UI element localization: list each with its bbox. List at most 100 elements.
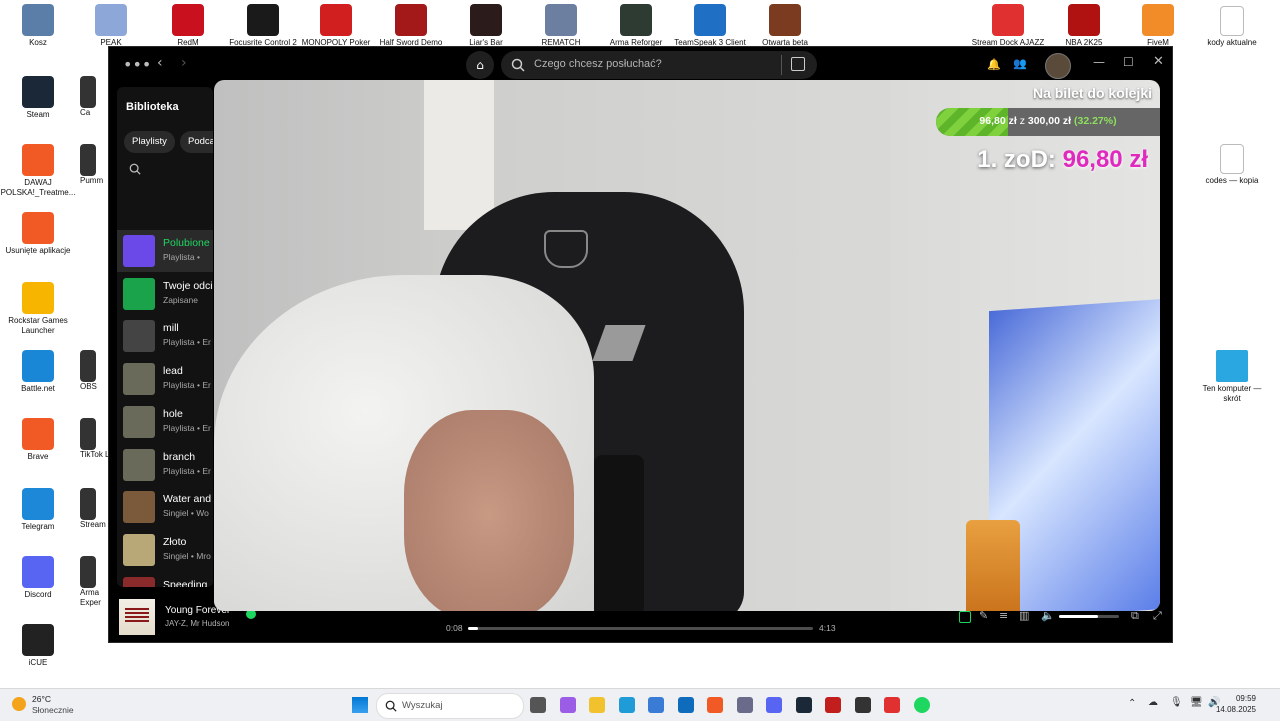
copilot-icon[interactable] — [559, 697, 576, 713]
library-item[interactable]: mill Playlista • Er — [117, 315, 213, 357]
progress-bar[interactable] — [468, 627, 813, 630]
text-file-icon — [1220, 144, 1244, 174]
desktop-icon-beta[interactable]: Otwarta beta — [747, 4, 823, 48]
library-item[interactable]: Water and Singiel • Wo — [117, 486, 213, 528]
clock[interactable]: 09:59 14.08.2025 — [1216, 693, 1256, 715]
desktop-icon-brave[interactable]: Brave — [0, 418, 76, 462]
steam-icon — [22, 76, 54, 108]
desktop-icon-teamspeak[interactable]: TeamSpeak 3 Client — [672, 4, 748, 48]
desktop-icon-focusrite[interactable]: Focusrite Control 2 — [225, 4, 301, 48]
nba2k-icon — [1068, 4, 1100, 36]
now-playing-artist[interactable]: JAY-Z, Mr Hudson — [165, 619, 229, 628]
stream-dock-icon[interactable] — [884, 697, 900, 713]
home-button[interactable]: ⌂ — [466, 51, 494, 79]
desktop-icon-label: Steam — [26, 110, 50, 119]
app-icon — [80, 144, 96, 176]
now-playing-view-icon[interactable] — [959, 611, 971, 623]
library-item[interactable]: Polubione Playlista • — [117, 230, 213, 272]
library-item[interactable]: SpeedingSingiel • Wo — [117, 572, 213, 587]
search-input[interactable]: Czego chcesz posłuchać? — [534, 58, 662, 70]
desktop-icon-fivem[interactable]: FiveM — [1120, 4, 1196, 48]
maximize-icon[interactable]: ☐ — [1123, 55, 1134, 69]
spotify-icon[interactable] — [913, 697, 930, 713]
friends-icon[interactable]: 👥 — [1013, 57, 1027, 70]
store-icon[interactable] — [648, 697, 664, 713]
battlenet-icon — [22, 350, 54, 382]
desktop-icon-liars-bar[interactable]: Liar's Bar — [448, 4, 524, 48]
desktop-icon-ten-komputer[interactable]: Ten komputer — skrót — [1194, 350, 1270, 404]
desktop-icon-recycle-bin[interactable]: Kosz — [0, 4, 76, 48]
chip-podcasts[interactable]: Podca — [180, 131, 213, 153]
steam-icon[interactable] — [795, 697, 812, 713]
desktop-icon-monopoly[interactable]: MONOPOLY Poker — [298, 4, 374, 48]
search-bar[interactable]: Czego chcesz posłuchać? — [501, 51, 817, 79]
monopoly-icon — [320, 4, 352, 36]
fullscreen-icon[interactable]: ⤢ — [1153, 609, 1162, 623]
library-title: Biblioteka — [126, 101, 179, 113]
desktop-icon-nba2k[interactable]: NBA 2K25 — [1046, 4, 1122, 48]
desktop-icon-arma-reforger[interactable]: Arma Reforger — [598, 4, 674, 48]
volume-slider[interactable] — [1059, 615, 1119, 618]
library-item[interactable]: lead Playlista • Er — [117, 358, 213, 400]
desktop-icon-discord[interactable]: Discord — [0, 556, 76, 600]
cloud-icon[interactable]: ☁ — [1148, 697, 1158, 708]
mic-icon[interactable]: 🎙 — [1170, 697, 1183, 708]
top-donor-name: 1. zoD: — [977, 146, 1056, 173]
library-search-icon[interactable] — [129, 163, 141, 175]
taskbar-search[interactable]: Wyszukaj — [376, 693, 524, 719]
desktop-icon-rockstar[interactable]: Rockstar Games Launcher — [0, 282, 76, 336]
desktop-icon-brave-file[interactable]: DAWAJ POLSKA!_Treatme... — [0, 144, 76, 198]
now-playing-cover[interactable] — [119, 599, 155, 635]
desktop-icon-codes-kopia[interactable]: codes — kopia — [1194, 144, 1270, 186]
desktop-icon-kody-aktualne[interactable]: kody aktualne — [1194, 6, 1270, 48]
desktop-icon-redm[interactable]: RedM — [150, 4, 226, 48]
desktop-icon-stream-dock[interactable]: Stream Dock AJAZZ — [970, 4, 1046, 48]
taskbar-search-input[interactable]: Wyszukaj — [402, 700, 443, 711]
folder-icon[interactable] — [589, 697, 605, 713]
library-item[interactable]: Twoje odci Zapisane — [117, 273, 213, 315]
browse-icon[interactable] — [791, 57, 805, 71]
bell-icon[interactable]: 🔔 — [987, 58, 1001, 71]
desktop-icon-telegram[interactable]: Telegram — [0, 488, 76, 532]
library-item[interactable]: branch Playlista • Er — [117, 444, 213, 486]
time-total: 4:13 — [819, 623, 836, 633]
peak-icon — [95, 4, 127, 36]
library-item[interactable]: Złoto Singiel • Mro — [117, 529, 213, 571]
start-icon[interactable] — [352, 697, 368, 713]
edge-icon[interactable] — [618, 697, 635, 713]
minimize-icon[interactable]: — — [1093, 55, 1105, 69]
top-donor: 1. zoD: 96,80 zł — [914, 146, 1148, 174]
app-icon — [80, 350, 96, 382]
discord-icon[interactable] — [766, 697, 782, 713]
avatar[interactable] — [1045, 53, 1071, 79]
desktop-icon-peak[interactable]: PEAK — [73, 4, 149, 48]
library-item-cover — [123, 405, 155, 438]
file-explorer-icon[interactable] — [530, 697, 546, 713]
desktop-icon-steam[interactable]: Steam — [0, 76, 76, 120]
close-icon[interactable]: ✕ — [1153, 54, 1164, 69]
outlook-icon[interactable] — [677, 697, 694, 713]
menu-dots-icon[interactable]: ••• — [123, 55, 151, 74]
library-item[interactable]: hole Playlista • Er — [117, 401, 213, 443]
library-item-name: Złoto — [163, 535, 187, 548]
wiremix-icon[interactable] — [825, 697, 841, 713]
desktop-icon-rematch[interactable]: REMATCH — [523, 4, 599, 48]
forward-arrow-icon[interactable]: › — [181, 55, 187, 71]
library-item-cover — [123, 448, 155, 481]
app-icon — [80, 76, 96, 108]
miniplayer-icon[interactable]: ⧉ — [1131, 609, 1139, 623]
goal-percent: (32.27%) — [1073, 115, 1117, 127]
desktop-icon-half-sword[interactable]: Half Sword Demo — [373, 4, 449, 48]
weather-desc: Słonecznie — [32, 705, 74, 715]
desktop-icon-battlenet[interactable]: Battle.net — [0, 350, 76, 394]
network-icon[interactable]: 🖥 — [1190, 697, 1203, 708]
desktop-icon-icue[interactable]: iCUE — [0, 624, 76, 668]
obs-icon[interactable] — [854, 697, 871, 713]
chip-playlists[interactable]: Playlisty — [124, 131, 175, 153]
brave-icon[interactable] — [707, 697, 723, 713]
back-arrow-icon[interactable]: ‹ — [157, 55, 163, 71]
game-icon[interactable] — [736, 697, 753, 713]
desktop-icon-brave[interactable]: Usunięte aplikacje — [0, 212, 76, 256]
chevron-up-icon[interactable]: ⌃ — [1128, 698, 1136, 709]
rockstar-icon — [22, 282, 54, 314]
